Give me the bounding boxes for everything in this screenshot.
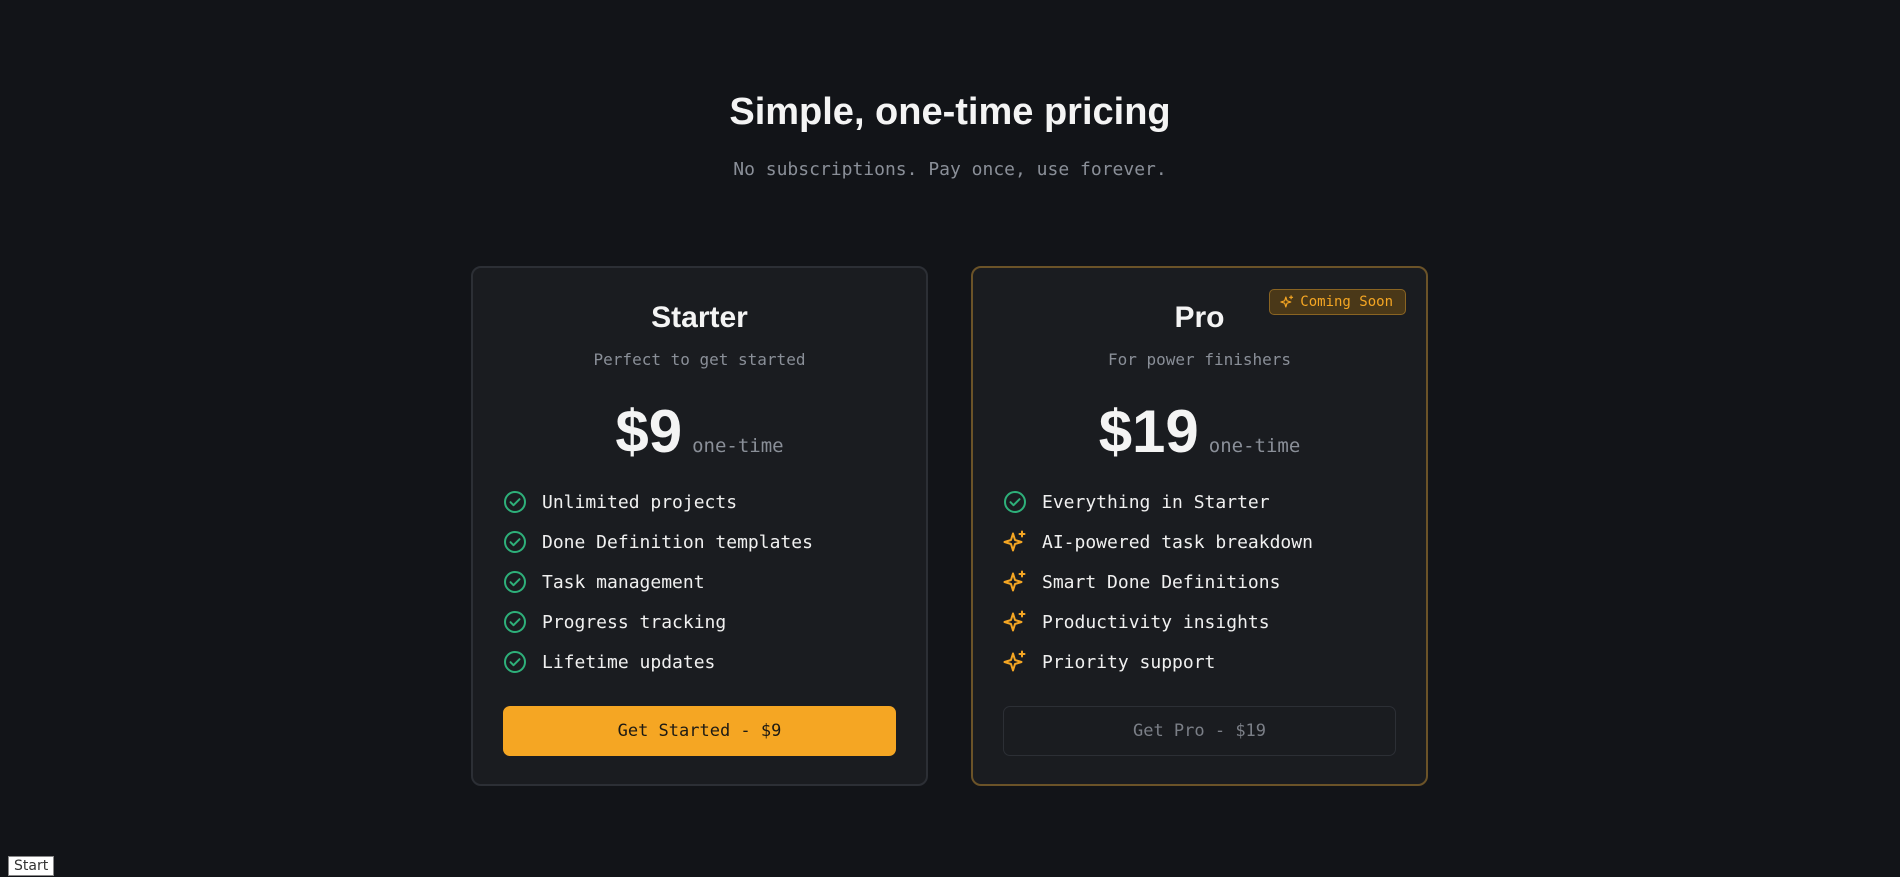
plan-period: one-time xyxy=(1208,435,1301,457)
feature-label: Everything in Starter xyxy=(1042,491,1270,513)
feature-label: Progress tracking xyxy=(542,611,727,633)
feature-list: Unlimited projects Done Definition templ… xyxy=(503,482,896,682)
sparkles-icon xyxy=(1003,530,1027,554)
feature-item: AI-powered task breakdown xyxy=(1003,522,1396,562)
page-subtitle: No subscriptions. Pay once, use forever. xyxy=(733,159,1167,180)
plan-price-row: $19 one-time xyxy=(973,396,1426,468)
feature-label: AI-powered task breakdown xyxy=(1042,531,1313,553)
check-circle-icon xyxy=(503,570,527,594)
plan-price-row: $9 one-time xyxy=(473,396,926,468)
start-button[interactable]: Start xyxy=(8,856,55,876)
check-circle-icon xyxy=(503,650,527,674)
feature-item: Everything in Starter xyxy=(1003,482,1396,522)
feature-label: Done Definition templates xyxy=(542,531,813,553)
feature-label: Unlimited projects xyxy=(542,491,738,513)
plan-name: Starter xyxy=(651,301,748,334)
feature-list: Everything in Starter AI-powered task br… xyxy=(1003,482,1396,682)
plan-price: $9 xyxy=(615,398,683,465)
feature-item: Progress tracking xyxy=(503,602,896,642)
feature-item: Productivity insights xyxy=(1003,602,1396,642)
plan-name: Pro xyxy=(1174,301,1225,334)
plan-tagline: For power finishers xyxy=(1107,350,1292,369)
feature-label: Lifetime updates xyxy=(542,651,716,673)
plan-price: $19 xyxy=(1098,398,1199,465)
check-circle-icon xyxy=(503,490,527,514)
page-title: Simple, one-time pricing xyxy=(729,91,1171,133)
plan-period: one-time xyxy=(692,435,784,457)
sparkles-icon xyxy=(1003,610,1027,634)
feature-item: Task management xyxy=(503,562,896,602)
get-pro-button[interactable]: Get Pro - $19 xyxy=(1003,706,1396,756)
pro-plan-card: Coming Soon Pro For power finishers $19 … xyxy=(971,266,1428,786)
feature-label: Priority support xyxy=(1042,651,1216,673)
sparkles-icon xyxy=(1003,650,1027,674)
feature-item: Unlimited projects xyxy=(503,482,896,522)
starter-plan-card: Starter Perfect to get started $9 one-ti… xyxy=(471,266,928,786)
feature-item: Lifetime updates xyxy=(503,642,896,682)
feature-label: Smart Done Definitions xyxy=(1042,571,1281,593)
feature-item: Done Definition templates xyxy=(503,522,896,562)
sparkles-icon xyxy=(1003,570,1027,594)
check-circle-icon xyxy=(1003,490,1027,514)
feature-label: Productivity insights xyxy=(1042,611,1270,633)
check-circle-icon xyxy=(503,530,527,554)
feature-item: Smart Done Definitions xyxy=(1003,562,1396,602)
check-circle-icon xyxy=(503,610,527,634)
get-started-button[interactable]: Get Started - $9 xyxy=(503,706,896,756)
feature-item: Priority support xyxy=(1003,642,1396,682)
feature-label: Task management xyxy=(542,571,705,593)
plan-tagline: Perfect to get started xyxy=(593,350,806,369)
